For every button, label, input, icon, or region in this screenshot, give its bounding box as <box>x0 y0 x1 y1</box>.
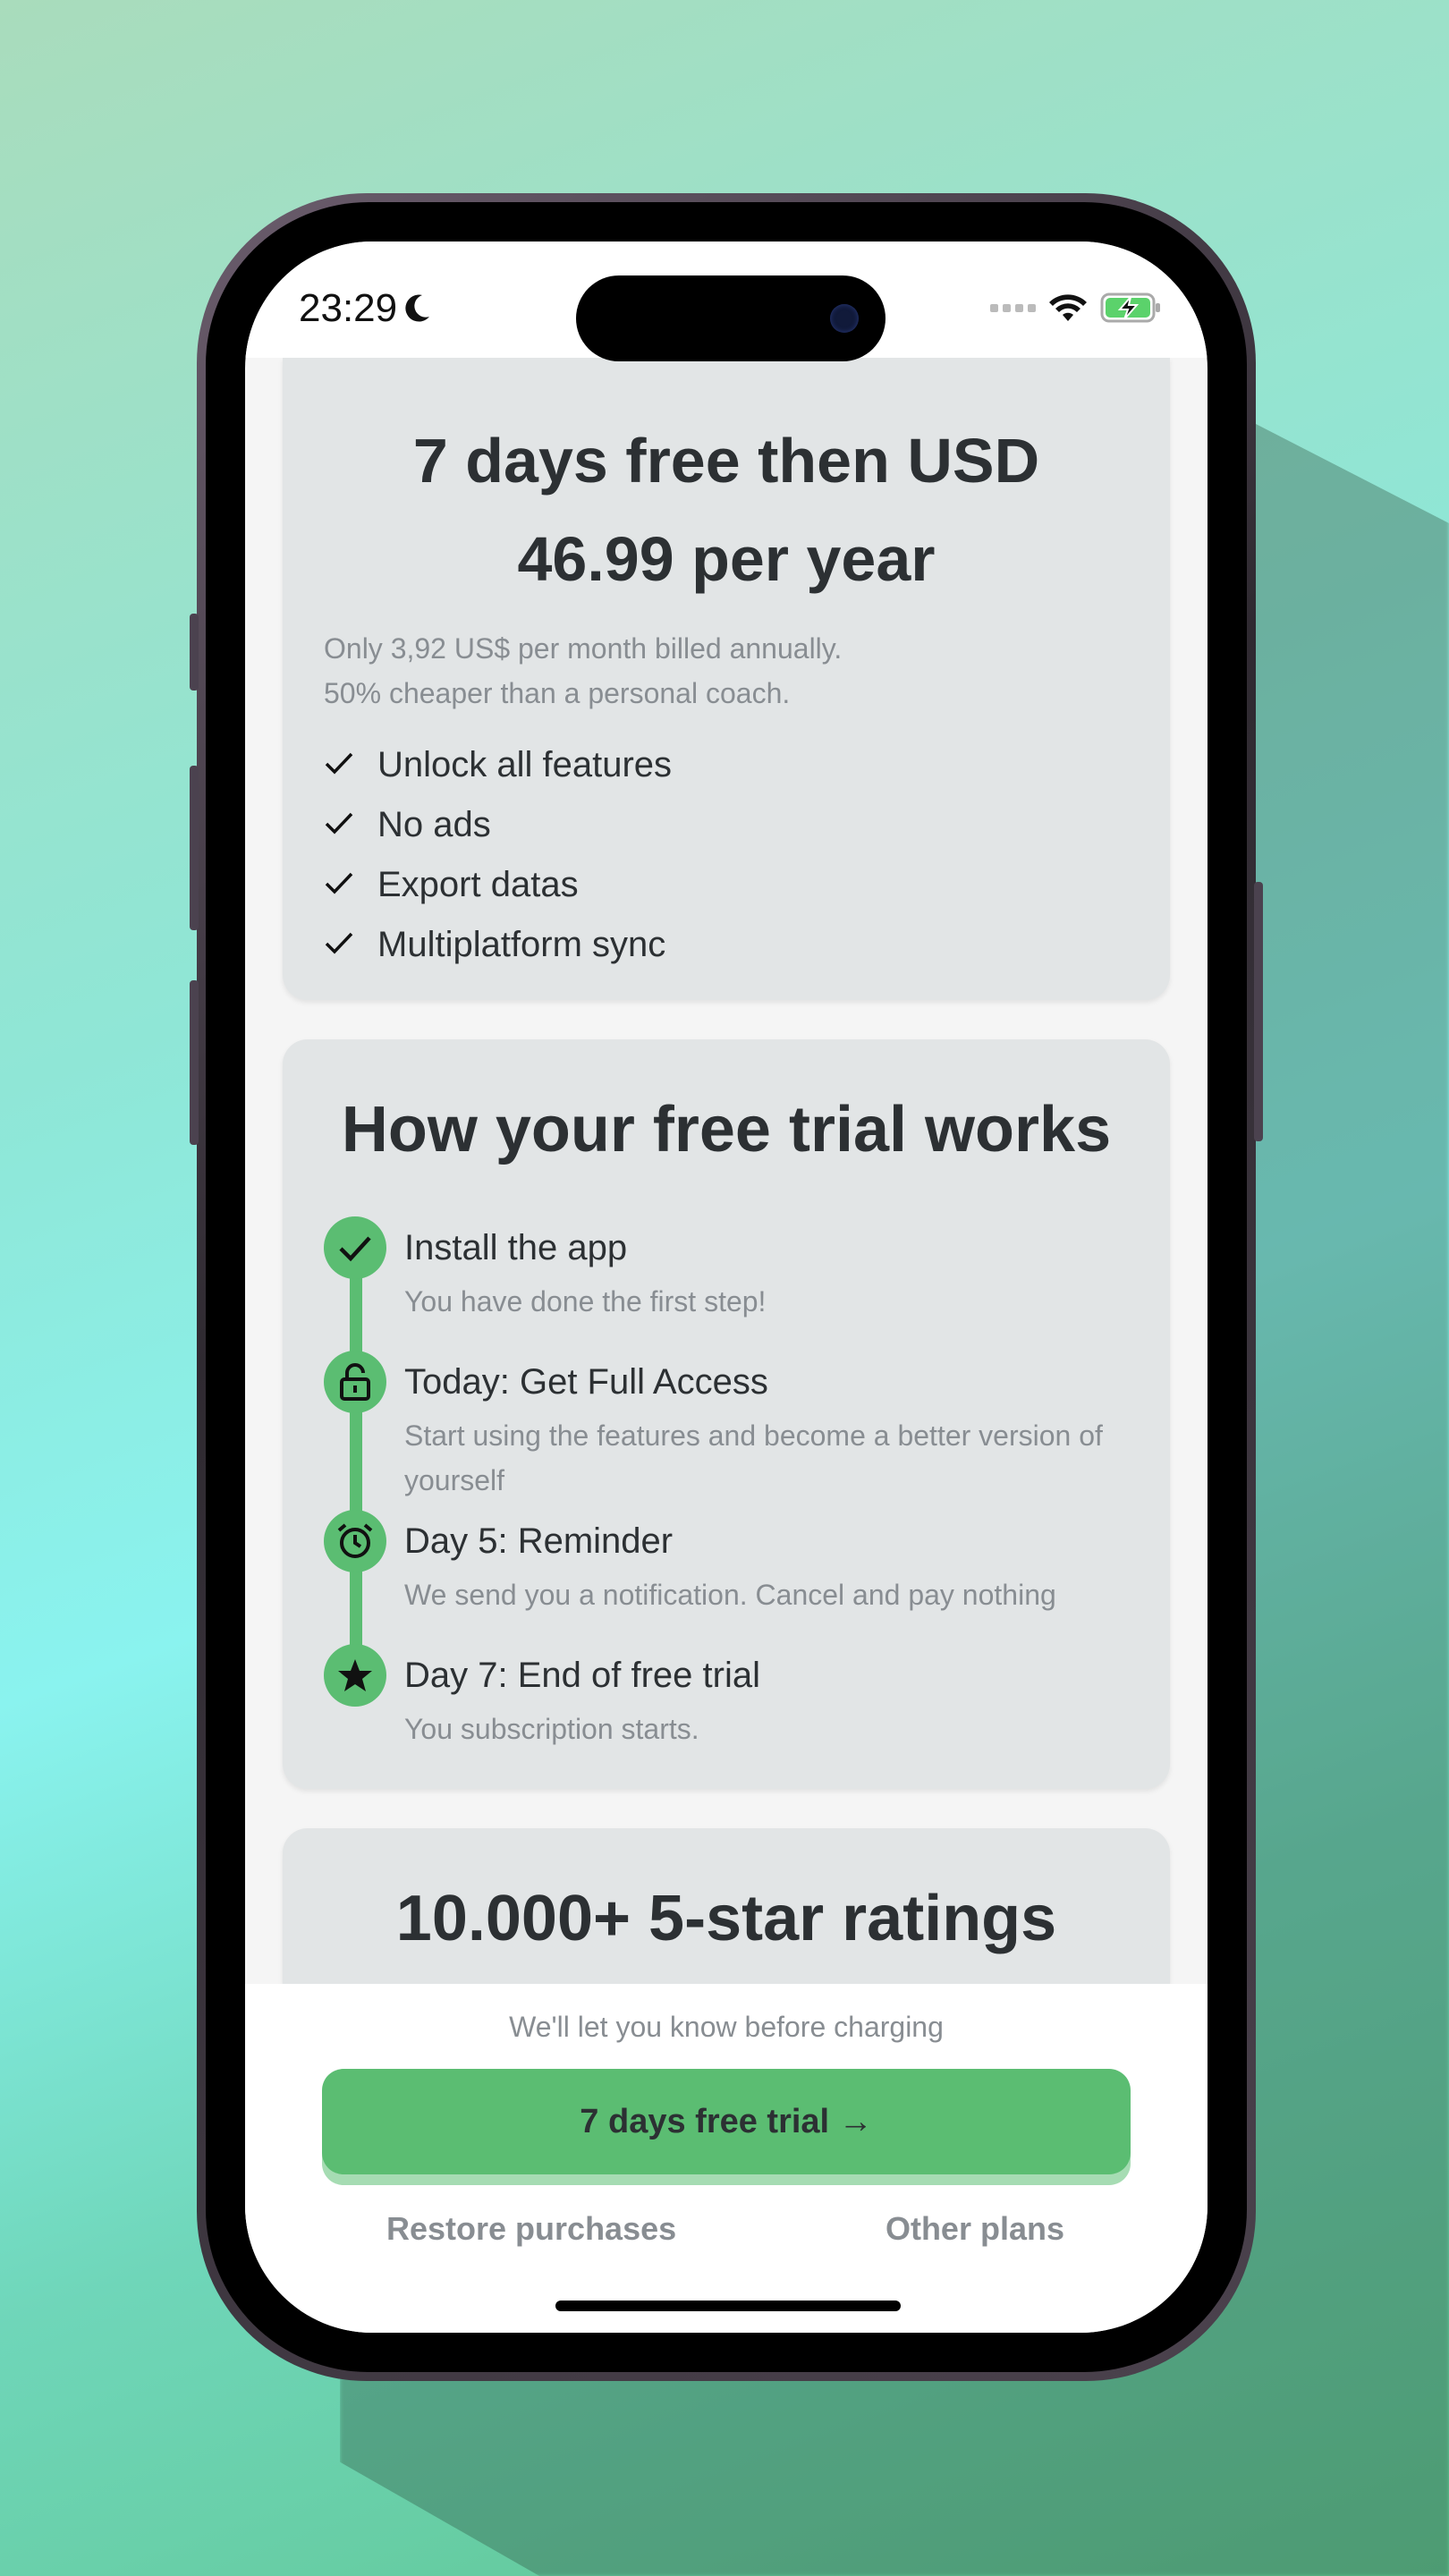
step-title: Today: Get Full Access <box>404 1362 768 1402</box>
feature-label: Multiplatform sync <box>377 925 666 964</box>
dynamic-island <box>576 275 886 361</box>
timeline-step: Install the app You have done the first … <box>324 1216 1129 1351</box>
ratings-heading: 10.000+ 5-star ratings <box>395 1883 1057 1954</box>
wifi-icon <box>1049 294 1087 321</box>
check-icon <box>324 745 377 785</box>
scroll-content[interactable]: 7 days free then USD 46.99 per year Only… <box>245 358 1208 2007</box>
pricing-heading-line1: 7 days free then USD <box>412 426 1040 496</box>
purchase-footer: We'll let you know before charging 7 day… <box>245 1984 1208 2333</box>
timeline-step: Today: Get Full Access Start using the f… <box>324 1351 1129 1510</box>
pricing-card: 7 days free then USD 46.99 per year Only… <box>283 358 1170 1000</box>
star-icon <box>324 1644 386 1707</box>
feature-item: No ads <box>324 795 1129 855</box>
charge-notice: We'll let you know before charging <box>509 2011 944 2043</box>
feature-label: No ads <box>377 805 491 844</box>
step-desc: Start using the features and become a be… <box>404 1419 1103 1496</box>
phone-bezel: 23:29 7 days free then USD 46.99 per yea… <box>206 202 1247 2372</box>
check-icon <box>324 925 377 965</box>
check-icon <box>324 865 377 905</box>
timeline-step: Day 5: Reminder We send you a notificati… <box>324 1510 1129 1644</box>
power-button <box>1254 882 1263 1141</box>
pricing-subtitle-line2: 50% cheaper than a personal coach. <box>324 677 791 709</box>
feature-list: Unlock all features No ads Export datas <box>324 735 1129 975</box>
restore-purchases-link[interactable]: Restore purchases <box>386 2210 676 2248</box>
pricing-heading-line2: 46.99 per year <box>517 524 936 594</box>
step-title: Install the app <box>404 1228 628 1267</box>
alarm-clock-icon <box>324 1510 386 1572</box>
feature-label: Export datas <box>377 865 579 904</box>
step-desc: You subscription starts. <box>404 1713 699 1745</box>
other-plans-link[interactable]: Other plans <box>886 2210 1064 2248</box>
screen: 23:29 7 days free then USD 46.99 per yea… <box>245 242 1208 2333</box>
status-bar: 23:29 <box>245 242 1208 361</box>
time-text: 23:29 <box>299 286 398 330</box>
volume-up-button <box>190 766 199 930</box>
pricing-subtitle-line1: Only 3,92 US$ per month billed annually. <box>324 632 843 665</box>
check-icon <box>324 805 377 845</box>
pricing-subtitle: Only 3,92 US$ per month billed annually.… <box>324 626 1129 716</box>
unlock-icon <box>324 1351 386 1413</box>
pricing-heading: 7 days free then USD 46.99 per year <box>324 411 1129 608</box>
volume-down-button <box>190 980 199 1145</box>
checkmark-icon <box>324 1216 386 1279</box>
moon-icon <box>405 294 430 322</box>
footer-links: Restore purchases Other plans <box>245 2210 1208 2248</box>
phone-frame: 23:29 7 days free then USD 46.99 per yea… <box>190 193 1263 2381</box>
free-trial-button[interactable]: 7 days free trial → <box>322 2069 1131 2174</box>
timeline-step: Day 7: End of free trial You subscriptio… <box>324 1644 1129 1760</box>
step-desc: We send you a notification. Cancel and p… <box>404 1579 1056 1611</box>
cellular-signal-icon <box>990 303 1036 312</box>
camera-icon <box>830 304 859 333</box>
status-time: 23:29 <box>299 286 431 331</box>
status-icons <box>990 292 1163 324</box>
feature-item: Multiplatform sync <box>324 915 1129 975</box>
feature-item: Export datas <box>324 855 1129 915</box>
trial-timeline: Install the app You have done the first … <box>324 1216 1129 1760</box>
trial-heading: How your free trial works <box>341 1094 1112 1165</box>
feature-item: Unlock all features <box>324 735 1129 795</box>
step-title: Day 7: End of free trial <box>404 1656 760 1695</box>
feature-label: Unlock all features <box>377 745 673 784</box>
step-title: Day 5: Reminder <box>404 1521 674 1561</box>
home-indicator[interactable] <box>555 2301 901 2311</box>
action-button <box>190 614 199 691</box>
ratings-card: 10.000+ 5-star ratings <box>283 1828 1170 2007</box>
trial-card: How your free trial works Install the ap… <box>283 1039 1170 1789</box>
battery-charging-icon <box>1100 292 1160 323</box>
step-desc: You have done the first step! <box>404 1285 767 1318</box>
